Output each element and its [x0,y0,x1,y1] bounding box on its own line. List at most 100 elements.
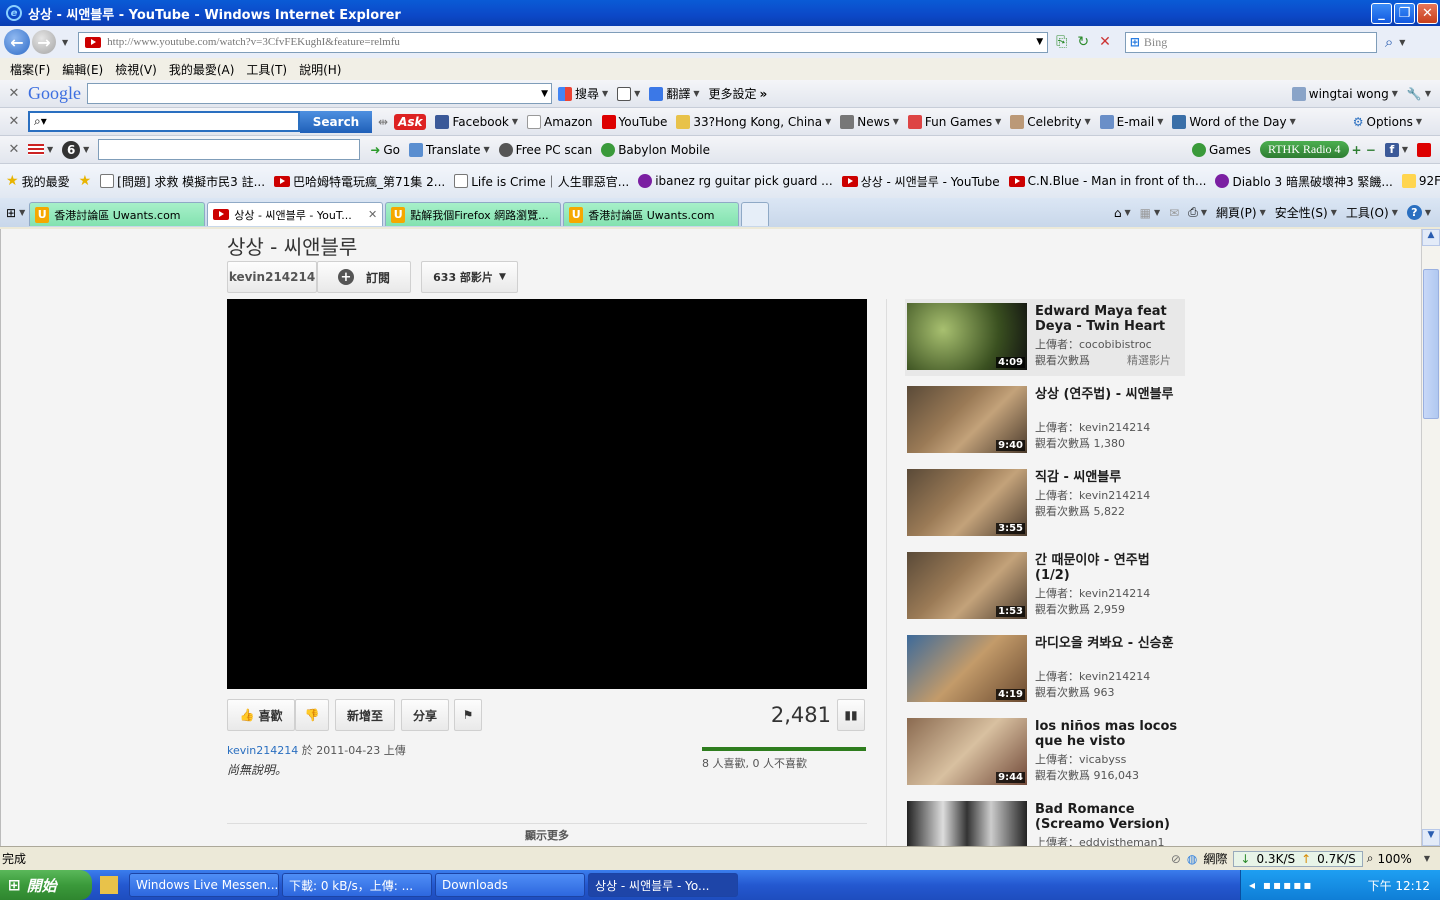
stop-icon[interactable]: ✕ [1099,34,1111,50]
related-video[interactable]: Bad Romance (Screamo Version) 上傳者：eddyis… [905,797,1185,846]
start-button[interactable]: ⊞ 開始 [0,870,92,900]
link-amazon[interactable]: Amazon [527,114,593,129]
show-more-button[interactable]: 顯示更多 [227,823,867,843]
related-video[interactable]: 1:53 간 때문이야 - 연주법 (1/2) 上傳者：kevin214214 … [905,548,1185,625]
zoom-level[interactable]: 100% [1378,852,1412,866]
url-field[interactable]: http://www.youtube.com/watch?v=3CfvFEKug… [78,31,1049,53]
related-video[interactable]: 9:40 상상 (연주법) - 씨앤블루 上傳者：kevin214214 觀看次… [905,382,1185,459]
language-flag-icon[interactable]: ▼ [28,144,53,155]
ask-search-input[interactable]: ⌕▾ [28,111,300,132]
menu-help[interactable]: 說明(H) [299,61,341,78]
favorites-button[interactable]: ★ 我的最愛 [6,173,70,190]
related-title[interactable]: los niños mas locos que he visto [1035,719,1183,749]
video-count-button[interactable]: 633 部影片 ▼ [421,261,518,293]
youtube-icon[interactable] [1417,142,1431,157]
close-toolbar-icon[interactable]: ✕ [0,114,28,129]
close-button[interactable]: ✕ [1417,3,1438,24]
like-button[interactable]: 👍 喜歡 [227,699,295,731]
related-title[interactable]: Edward Maya feat Deya - Twin Heart [1035,304,1183,334]
dislike-button[interactable]: 👎 [295,699,329,731]
history-dropdown-icon[interactable]: ▼ [62,38,68,47]
fav-item[interactable]: Life is Crime｜人生罪惡官... [454,173,629,190]
taskbar-item[interactable]: Downloads [435,873,585,897]
menu-file[interactable]: 檔案(F) [10,61,50,78]
uploader-link[interactable]: kevin214214 [227,744,298,757]
taskbar-item-active[interactable]: 상상 - 씨앤블루 - Yo... [588,873,738,897]
fav-item[interactable]: Diablo 3 暗黑破壞神3 緊饑... [1215,173,1393,190]
menu-favorites[interactable]: 我的最愛(A) [169,61,235,78]
search-field[interactable]: ⊞ Bing [1124,31,1377,53]
search-options-icon[interactable]: ▼ [1399,38,1405,47]
stats-button[interactable]: ▮▮ [837,699,865,731]
translate-button[interactable]: 翻譯 ▼ [649,85,700,102]
games-button[interactable]: Games [1191,142,1251,157]
taskbar-item[interactable]: Windows Live Messen... [129,873,279,897]
video-player[interactable] [227,299,867,689]
link-facebook[interactable]: Facebook ▼ [435,114,518,129]
url-dropdown-icon[interactable]: ▼ [1032,37,1047,47]
link-email[interactable]: E-mail ▼ [1099,114,1163,129]
video-thumbnail[interactable]: 1:53 [907,552,1027,619]
safety-menu[interactable]: 安全性(S) ▼ [1275,204,1337,221]
facebook-icon[interactable]: f ▼ [1384,142,1408,157]
related-video[interactable]: 4:19 라디오을 켜봐요 - 신승훈 上傳者：kevin214214 觀看次數… [905,631,1185,708]
link-youtube[interactable]: YouTube [601,114,667,129]
back-button[interactable]: ← [4,29,30,55]
scroll-down-arrow[interactable]: ▼ [1422,829,1440,846]
video-thumbnail[interactable]: 4:09 [907,303,1027,370]
zoom-icon[interactable]: ⌕ [1367,851,1374,866]
tab[interactable]: U 點解我個Firefox 網路瀏覽... [385,202,562,226]
related-title[interactable]: 상상 (연주법) - 씨앤블루 [1035,387,1183,402]
ask-search-button[interactable]: Search [300,110,372,133]
close-toolbar-icon[interactable]: ✕ [0,142,28,157]
restore-button[interactable]: ❐ [1394,3,1415,24]
forward-button[interactable]: → [32,30,56,54]
related-title[interactable]: 간 때문이야 - 연주법 (1/2) [1035,553,1183,583]
menu-view[interactable]: 檢視(V) [115,61,157,78]
resize-handle[interactable]: ⇹ [378,115,388,129]
babylon-logo-icon[interactable]: 6 ▼ [62,140,89,159]
video-thumbnail[interactable]: 9:40 [907,386,1027,453]
fav-item[interactable]: 92FLV [1401,174,1440,188]
related-title[interactable]: 직감 - 씨앤블루 [1035,470,1183,485]
user-menu[interactable]: wingtai wong ▼ [1291,86,1398,101]
video-thumbnail[interactable] [907,801,1027,846]
wrench-icon[interactable]: 🔧 ▼ [1407,87,1431,101]
clock[interactable]: 下午 12:12 [1368,877,1430,894]
link-weather[interactable]: 33?Hong Kong, China ▼ [676,114,831,129]
feeds-icon[interactable]: ▦ ▼ [1140,206,1161,220]
video-thumbnail[interactable]: 4:19 [907,635,1027,702]
related-video[interactable]: 3:55 직감 - 씨앤블루 上傳者：kevin214214 觀看次數爲 5,8… [905,465,1185,542]
video-thumbnail[interactable]: 3:55 [907,469,1027,536]
url-text[interactable]: http://www.youtube.com/watch?v=3CfvFEKug… [107,36,400,48]
related-title[interactable]: Bad Romance (Screamo Version) [1035,802,1183,832]
radio-widget[interactable]: RTHK Radio 4 + − [1259,141,1376,158]
subscribe-button[interactable]: + 訂閱 [317,261,411,293]
print-icon[interactable]: ⎙ ▼ [1188,205,1207,220]
babylon-input[interactable] [98,139,361,160]
free-pc-scan-button[interactable]: Free PC scan [498,142,592,157]
link-fun-games[interactable]: Fun Games ▼ [907,114,1001,129]
options-button[interactable]: ⚙ Options ▼ [1353,115,1422,129]
refresh-icon[interactable]: ↻ [1077,34,1089,50]
tab[interactable]: U 香港討論區 Uwants.com [29,202,206,226]
compat-icon[interactable]: ⎘ [1056,34,1067,50]
show-desktop-icon[interactable] [100,876,118,894]
tab-active[interactable]: 상상 - 씨앤블루 - YouT... ✕ [207,202,384,226]
ask-logo[interactable]: Ask [394,113,427,130]
new-tab-button[interactable] [741,202,770,226]
scroll-thumb[interactable] [1423,269,1439,419]
fav-item[interactable]: 상상 - 씨앤블루 - YouTube [841,173,1000,190]
channel-button[interactable]: kevin214214 [227,261,317,293]
flag-button[interactable]: ⚑ [454,699,482,731]
add-favorite-icon[interactable]: ★ [79,173,92,189]
page-menu[interactable]: 網頁(P) ▼ [1216,204,1266,221]
zoom-dropdown-icon[interactable]: ▼ [1424,854,1430,863]
related-title[interactable]: 라디오을 켜봐요 - 신승훈 [1035,636,1183,651]
add-to-button[interactable]: 新增至 [335,699,395,731]
tray-icons[interactable]: ◂ ▪▪▪▪▪ [1249,878,1314,892]
google-search-input[interactable]: ▼ [87,83,552,104]
link-word-of-the-day[interactable]: Word of the Day ▼ [1172,114,1296,129]
help-icon[interactable]: ? ▼ [1406,205,1431,220]
menu-edit[interactable]: 編輯(E) [62,61,103,78]
